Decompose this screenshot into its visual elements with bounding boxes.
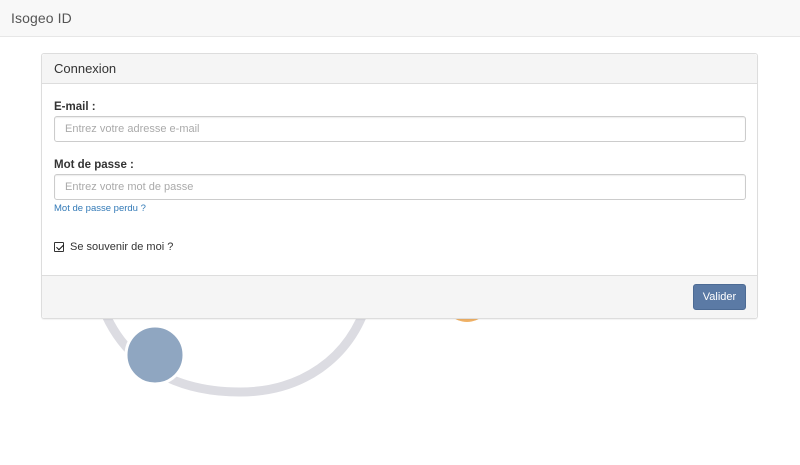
submit-button[interactable]: Valider (693, 284, 746, 310)
remember-me-label[interactable]: Se souvenir de moi ? (70, 241, 173, 253)
panel-footer: Valider (42, 275, 757, 318)
forgot-password-link[interactable]: Mot de passe perdu ? (54, 203, 146, 214)
password-field[interactable] (54, 174, 746, 200)
panel-body: E-mail : Mot de passe : Mot de passe per… (42, 84, 757, 276)
login-panel: Connexion E-mail : Mot de passe : Mot de… (41, 53, 758, 319)
remember-me-checkbox[interactable] (54, 242, 64, 252)
background-blue-dot (124, 324, 186, 386)
email-label: E-mail : (54, 101, 96, 113)
panel-heading: Connexion (42, 54, 757, 84)
password-label: Mot de passe : (54, 159, 134, 171)
email-field[interactable] (54, 116, 746, 142)
remember-me-row: Se souvenir de moi ? (54, 241, 173, 253)
